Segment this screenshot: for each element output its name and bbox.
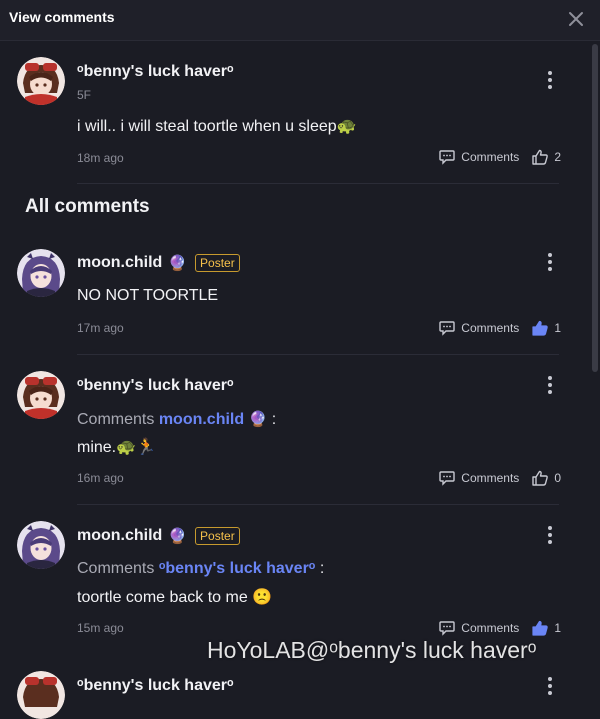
scrollbar-thumb[interactable] xyxy=(592,44,598,372)
reply-target-user[interactable]: moon.child xyxy=(159,411,244,428)
reply-colon: : xyxy=(319,560,325,577)
author-row: ᵒbenny's luck haverᵒ xyxy=(77,63,234,81)
divider xyxy=(77,354,559,355)
section-title: All comments xyxy=(25,196,150,217)
author-row: ᵒbenny's luck haverᵒ xyxy=(77,677,234,695)
reply-to-line: Comments ᵒbenny's luck haverᵒ : xyxy=(77,560,324,578)
comment-actions: Comments 2 xyxy=(438,148,561,166)
more-options-icon[interactable] xyxy=(547,526,553,546)
comment-text: toortle come back to me 🙁 xyxy=(77,589,273,606)
like-button[interactable]: 1 xyxy=(531,319,561,337)
avatar[interactable] xyxy=(17,671,65,719)
crystal-ball-icon: 🔮 xyxy=(168,528,188,545)
reply-target-user[interactable]: ᵒbenny's luck haverᵒ xyxy=(159,560,316,577)
comment-time: 16m ago xyxy=(77,471,124,485)
author-name[interactable]: ᵒbenny's luck haverᵒ xyxy=(77,677,234,695)
floor-number: 5F xyxy=(77,88,92,102)
more-options-icon[interactable] xyxy=(547,253,553,273)
dialog-title: View comments xyxy=(9,9,115,25)
comment-bubble-icon xyxy=(439,471,455,486)
comments-button[interactable]: Comments xyxy=(438,148,519,166)
comment-time: 18m ago xyxy=(77,151,124,165)
comment-bubble-icon xyxy=(439,321,455,336)
comments-label: Comments xyxy=(461,321,520,335)
close-icon[interactable] xyxy=(566,9,586,29)
crystal-ball-icon: 🔮 xyxy=(248,411,268,428)
reply-to-line: Comments moon.child 🔮 : xyxy=(77,410,276,429)
reply-prefix: Comments xyxy=(77,411,155,428)
author-name[interactable]: ᵒbenny's luck haverᵒ xyxy=(77,63,234,81)
divider xyxy=(77,504,559,505)
comment-time: 17m ago xyxy=(77,321,124,335)
author-name[interactable]: moon.child xyxy=(77,527,162,545)
thumbs-up-icon xyxy=(532,149,549,165)
comment-time: 15m ago xyxy=(77,621,124,635)
comments-button[interactable]: Comments xyxy=(438,619,519,637)
like-count: 0 xyxy=(554,471,561,485)
comment-actions: Comments 0 xyxy=(438,469,561,487)
like-count: 2 xyxy=(554,150,561,164)
dialog-header: View comments xyxy=(0,0,600,41)
avatar[interactable] xyxy=(17,371,65,419)
avatar[interactable] xyxy=(17,57,65,105)
watermark: HoYoLAB@ᵒbenny's luck haverᵒ xyxy=(207,637,537,663)
comment-actions: Comments 1 xyxy=(438,619,561,637)
avatar[interactable] xyxy=(17,521,65,569)
comments-label: Comments xyxy=(461,471,520,485)
reply-prefix: Comments xyxy=(77,560,155,577)
more-options-icon[interactable] xyxy=(547,677,553,695)
more-options-icon[interactable] xyxy=(547,71,553,91)
author-row: moon.child 🔮 Poster xyxy=(77,254,240,272)
thumbs-up-filled-icon xyxy=(532,620,549,636)
like-count: 1 xyxy=(554,321,561,335)
comment-bubble-icon xyxy=(439,621,455,636)
comments-label: Comments xyxy=(461,621,520,635)
comment-text: mine.🐢🏃 xyxy=(77,439,156,456)
author-name[interactable]: ᵒbenny's luck haverᵒ xyxy=(77,377,234,395)
poster-badge: Poster xyxy=(195,527,240,545)
like-count: 1 xyxy=(554,621,561,635)
author-row: moon.child 🔮 Poster xyxy=(77,527,240,545)
thumbs-up-icon xyxy=(532,470,549,486)
divider xyxy=(77,183,559,184)
like-button[interactable]: 0 xyxy=(531,469,561,487)
reply-colon: : xyxy=(271,411,277,428)
comment-text: i will.. i will steal toortle when u sle… xyxy=(77,118,357,135)
comments-button[interactable]: Comments xyxy=(438,319,519,337)
comment-actions: Comments 1 xyxy=(438,319,561,337)
author-row: ᵒbenny's luck haverᵒ xyxy=(77,377,234,395)
author-name[interactable]: moon.child xyxy=(77,254,162,272)
like-button[interactable]: 1 xyxy=(531,619,561,637)
poster-badge: Poster xyxy=(195,254,240,272)
like-button[interactable]: 2 xyxy=(531,148,561,166)
comment-bubble-icon xyxy=(439,150,455,165)
comments-button[interactable]: Comments xyxy=(438,469,519,487)
thumbs-up-filled-icon xyxy=(532,320,549,336)
comment-text: NO NOT TOORTLE xyxy=(77,287,219,304)
more-options-icon[interactable] xyxy=(547,376,553,396)
crystal-ball-icon: 🔮 xyxy=(168,255,188,272)
comments-label: Comments xyxy=(461,150,520,164)
avatar[interactable] xyxy=(17,249,65,297)
